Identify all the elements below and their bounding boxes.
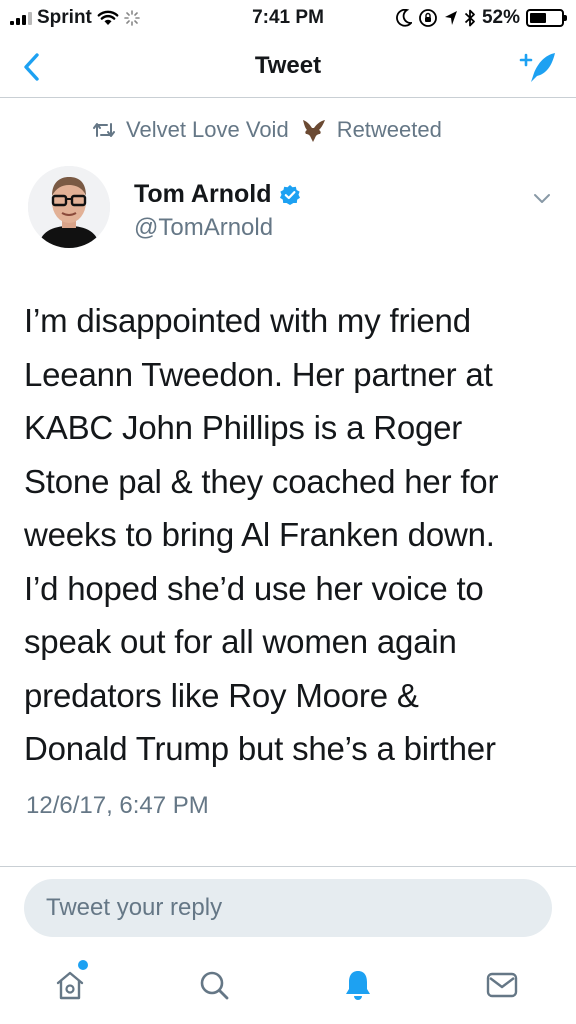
- tweet-text-line: Leeann Tweedon. Her partner at: [24, 355, 493, 393]
- verified-badge-icon: [280, 184, 301, 205]
- compose-tweet-button[interactable]: [518, 48, 560, 86]
- retweeted-label: Retweeted: [336, 117, 442, 142]
- reply-input[interactable]: [24, 879, 552, 937]
- author-name[interactable]: Tom Arnold: [134, 180, 301, 209]
- retweet-context: Velvet Love Void Retweeted: [92, 116, 442, 144]
- new-content-dot: [78, 960, 88, 970]
- tweet-text-line: speak out for all women again: [24, 623, 457, 660]
- tweet-text-line: weeks to bring Al Franken down.: [24, 516, 495, 553]
- tweet-text-line: KABC John Phillips is a Roger: [24, 409, 463, 446]
- notifications-icon: [346, 971, 370, 1000]
- tab-home[interactable]: [48, 960, 92, 1010]
- author-handle[interactable]: @TomArnold: [134, 214, 273, 242]
- tab-notifications[interactable]: [336, 960, 380, 1010]
- tweet-text-line: Stone pal & they coached her for: [24, 462, 499, 500]
- tab-search[interactable]: [192, 960, 236, 1010]
- retweeter-name[interactable]: Velvet Love Void: [126, 117, 289, 143]
- avatar[interactable]: [28, 166, 110, 248]
- battery-percent: 52%: [481, 7, 520, 28]
- moon-icon: [396, 9, 412, 27]
- location-arrow-icon: [444, 11, 457, 25]
- avatar-portrait-icon: [28, 166, 110, 248]
- tweet-options-button[interactable]: [530, 188, 554, 208]
- navigation-bar: Tweet: [0, 36, 576, 98]
- tweet-timestamp: 12/6/17, 6:47 PM: [26, 792, 209, 819]
- battery-icon: [526, 9, 567, 27]
- bat-emoji-icon: [302, 120, 325, 142]
- tweet-text: I’m disappointed with my friend Leeann T…: [24, 294, 560, 776]
- page-title: Tweet: [254, 52, 322, 79]
- divider: [0, 866, 576, 867]
- tweet-text-line: I’d hoped she’d use her voice to: [24, 569, 484, 607]
- battery-level-fill: [530, 13, 546, 23]
- chevron-down-icon: [534, 194, 550, 203]
- rotation-lock-icon: [419, 9, 437, 27]
- tweet-text-line: predators like Roy Moore &: [24, 676, 419, 714]
- messages-icon: [486, 972, 518, 998]
- status-right: 52%: [396, 7, 567, 29]
- tweet-text-line: I’m disappointed with my friend: [24, 302, 471, 339]
- status-bar: Sprint 7:41 PM 52%: [0, 0, 576, 36]
- retweet-icon: [93, 123, 115, 137]
- reply-box: [24, 879, 552, 937]
- compose-tweet-icon: [519, 53, 555, 82]
- home-icon: [56, 971, 84, 1000]
- tab-messages[interactable]: [480, 960, 524, 1010]
- tab-bar: [0, 946, 576, 1024]
- search-icon: [200, 971, 229, 1000]
- tweet-text-line: Donald Trump but she’s a birther: [24, 730, 496, 767]
- author-display-name: Tom Arnold: [134, 180, 272, 208]
- bluetooth-icon: [464, 9, 475, 27]
